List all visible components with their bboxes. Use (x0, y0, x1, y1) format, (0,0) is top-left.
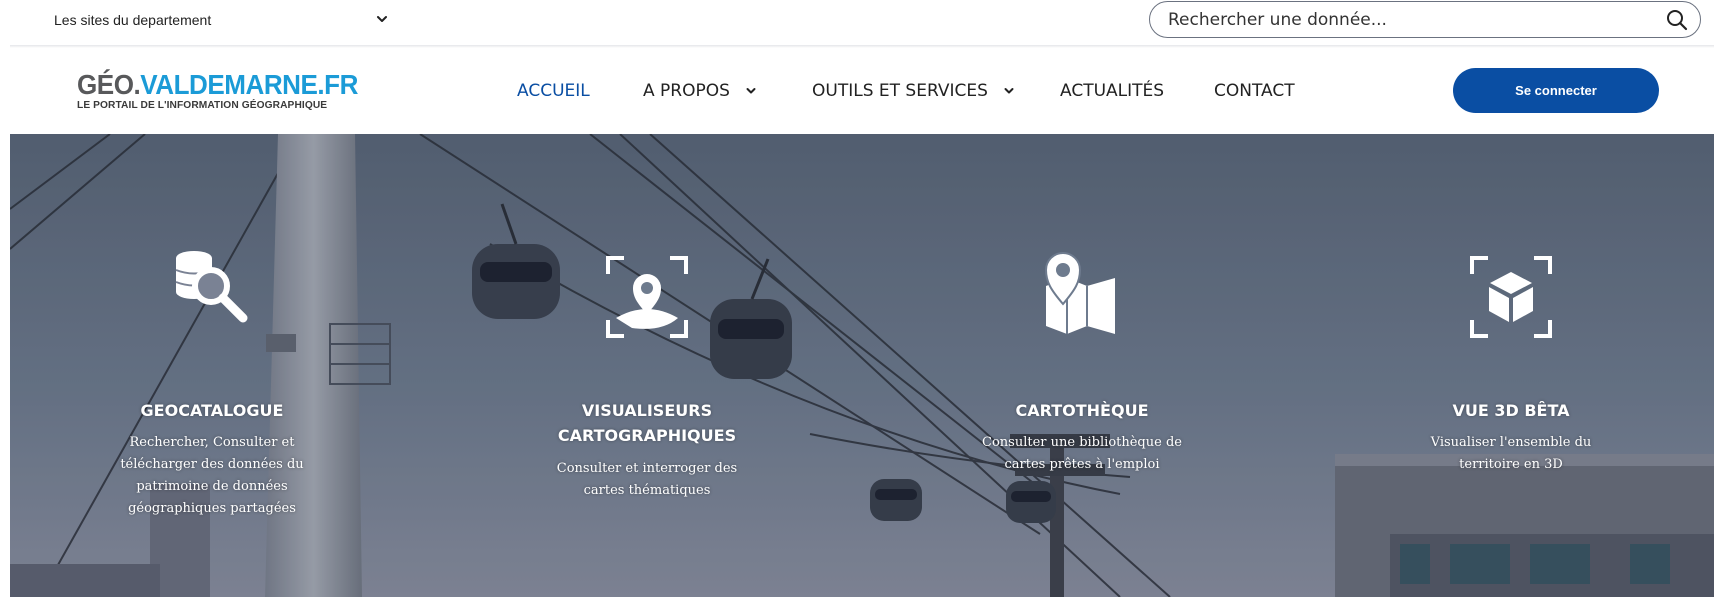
login-button[interactable]: Se connecter (1453, 68, 1659, 113)
nav-contact-label: CONTACT (1214, 81, 1295, 101)
chevron-down-icon (377, 16, 387, 22)
feature-description: Visualiser l'ensemble du territoire en 3… (1430, 435, 1592, 472)
utility-bar: Les sites du departement (0, 0, 1714, 47)
nav-outils-services[interactable]: OUTILS ET SERVICES (812, 78, 1016, 104)
map-viewer-icon (606, 256, 688, 338)
nav-contact[interactable]: CONTACT (1214, 78, 1295, 104)
feature-title: VUE 3D BÊTA (1452, 401, 1570, 420)
nav-accueil[interactable]: ACCUEIL (517, 78, 590, 104)
nav-outils-label: OUTILS ET SERVICES (812, 81, 988, 101)
nav-a-propos-label: A PROPOS (643, 81, 730, 101)
feature-title: VISUALISEURS CARTOGRAPHIQUES (557, 401, 737, 445)
feature-description: Rechercher, Consulter et télécharger des… (120, 435, 304, 516)
nav-accueil-label: ACCUEIL (517, 81, 590, 101)
hero-background-image (10, 134, 1714, 597)
site-logo[interactable]: GÉO.VALDEMARNE.FR LE PORTAIL DE L'INFORM… (77, 71, 377, 113)
logo-wordmark: GÉO.VALDEMARNE.FR (77, 69, 358, 100)
feature-description: Consulter une bibliothèque de cartes prê… (982, 435, 1182, 472)
nav-actualites[interactable]: ACTUALITÉS (1060, 78, 1164, 104)
search-icon[interactable] (1666, 9, 1688, 31)
folded-map-pin-icon (1044, 252, 1115, 334)
chevron-down-icon (1004, 88, 1014, 94)
feature-title: GEOCATALOGUE (140, 401, 284, 420)
feature-description: Consulter et interroger des cartes théma… (556, 461, 738, 498)
main-header: GÉO.VALDEMARNE.FR LE PORTAIL DE L'INFORM… (10, 48, 1714, 134)
database-search-icon (175, 251, 248, 323)
feature-title: CARTOTHÈQUE (1015, 401, 1149, 420)
logo-subtitle: LE PORTAIL DE L'INFORMATION GÉOGRAPHIQUE (77, 99, 328, 111)
3d-cube-icon (1470, 256, 1552, 338)
search-box[interactable] (1149, 1, 1701, 38)
hero-banner: GEOCATALOGUE Rechercher, Consulter et té… (10, 134, 1714, 597)
sites-departement-select[interactable]: Les sites du departement (54, 9, 390, 31)
sites-select-label: Les sites du departement (54, 12, 212, 28)
nav-actualites-label: ACTUALITÉS (1060, 81, 1165, 101)
chevron-down-icon (746, 88, 756, 94)
nav-a-propos[interactable]: A PROPOS (643, 78, 758, 104)
search-input[interactable] (1168, 4, 1628, 35)
